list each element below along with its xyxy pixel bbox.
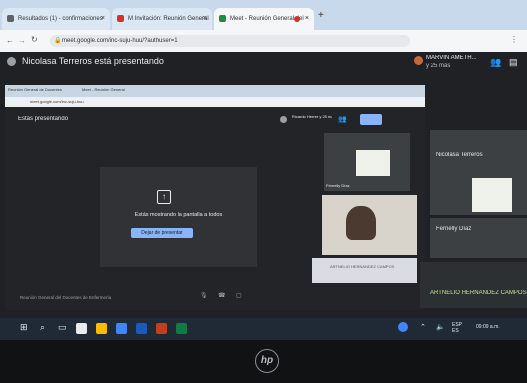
stop-presenting-button[interactable]: Dejar de presentar bbox=[131, 228, 193, 238]
inner-url: meet.google.com/inc-suju-huu bbox=[30, 99, 84, 104]
browser-tab-results[interactable]: Resultados (1) - confirmaciones × bbox=[2, 8, 110, 30]
close-icon[interactable]: × bbox=[101, 8, 105, 30]
avatar bbox=[414, 56, 423, 65]
close-icon[interactable]: × bbox=[203, 8, 207, 30]
presenter-avatar bbox=[7, 57, 16, 66]
tab-label: Resultados (1) - confirmaciones bbox=[18, 16, 103, 22]
lock-icon: 🔒 bbox=[54, 38, 62, 44]
search-icon[interactable]: ⌕ bbox=[40, 322, 45, 333]
camera-icon[interactable]: ▢ bbox=[236, 292, 242, 299]
share-screen-icon: ↑ bbox=[157, 190, 171, 204]
participant-video bbox=[356, 150, 390, 176]
chrome-icon[interactable] bbox=[96, 323, 107, 334]
presenting-title: Nicolasa Terreros está presentando bbox=[22, 56, 164, 66]
url-text: meet.google.com/inc-suju-huu/?authuser=1 bbox=[62, 38, 178, 44]
word-icon[interactable] bbox=[136, 323, 147, 334]
task-view-icon[interactable]: ▭ bbox=[58, 322, 67, 333]
people-icon[interactable]: 👥 bbox=[338, 115, 347, 123]
participant-tile bbox=[430, 218, 527, 258]
tab-label: Meet - Reunión General del bbox=[230, 16, 304, 22]
powerpoint-icon[interactable] bbox=[156, 323, 167, 334]
tile-name: Fernelly Díaz bbox=[436, 226, 472, 232]
language-indicator[interactable]: ESP ES bbox=[452, 322, 472, 334]
app-icon[interactable] bbox=[116, 323, 127, 334]
reload-icon[interactable]: ↻ bbox=[31, 35, 38, 44]
inner-tab-1: Reunión General de Docentes bbox=[8, 87, 62, 92]
wifi-icon[interactable]: ⌃ bbox=[420, 323, 426, 331]
clock: 09:09 a.m. bbox=[476, 324, 500, 330]
participant-tile bbox=[312, 258, 417, 283]
volume-icon[interactable]: 🔈 bbox=[436, 323, 445, 331]
back-icon[interactable]: ← bbox=[6, 36, 14, 45]
forward-icon[interactable]: → bbox=[18, 36, 26, 45]
new-tab-icon[interactable]: + bbox=[318, 10, 324, 21]
meet-icon bbox=[219, 15, 226, 22]
inner-header-title: Estás presentando bbox=[18, 116, 69, 122]
hangup-icon[interactable]: ☎ bbox=[218, 292, 225, 299]
participant-tile bbox=[420, 262, 527, 308]
inner-header-user: Ricardo Herrer y 25 más bbox=[292, 114, 332, 119]
close-icon[interactable]: × bbox=[305, 8, 309, 30]
tab-favicon-icon bbox=[7, 15, 14, 22]
tile-name: ARTNELIO HERNANDEZ CAMPOS bbox=[430, 290, 527, 296]
url-input[interactable]: 🔒 meet.google.com/inc-suju-huu/?authuser… bbox=[50, 35, 410, 47]
people-icon[interactable]: 👥 bbox=[490, 57, 501, 68]
inner-meeting-name: Reunión General del Docentes de Enfermer… bbox=[20, 295, 112, 300]
inner-tab-2: Meet - Reunión General bbox=[82, 87, 125, 92]
menu-icon[interactable]: ⋮ bbox=[510, 35, 518, 44]
tile-name: Nicolasa Terreros bbox=[436, 152, 483, 158]
tile-name: ARTNELIO HERNANDEZ CAMPOS bbox=[330, 264, 395, 269]
mic-icon[interactable]: 🎙 bbox=[200, 292, 208, 299]
presentation-thumb bbox=[360, 114, 382, 125]
chat-icon[interactable]: ▤ bbox=[509, 57, 518, 68]
recording-dot-icon bbox=[294, 16, 300, 22]
presenting-message: Estás mostrando la pantalla a todos bbox=[134, 212, 223, 218]
file-explorer-icon[interactable] bbox=[76, 323, 87, 334]
gmail-icon bbox=[117, 15, 124, 22]
top-user-sub: y 25 más bbox=[426, 63, 451, 69]
top-user-name: MARVIN AMETH... bbox=[426, 55, 477, 61]
meet-tray-icon[interactable] bbox=[398, 322, 408, 332]
participant-video bbox=[472, 178, 512, 212]
browser-tab-invitation[interactable]: M Invitación: Reunión General del × bbox=[112, 8, 212, 44]
browser-tab-meet[interactable]: Meet - Reunión General del × bbox=[214, 8, 314, 30]
excel-icon[interactable] bbox=[176, 323, 187, 334]
tile-name: Fernelly Díaz bbox=[326, 183, 350, 188]
participant-video bbox=[346, 206, 376, 240]
inner-tab-bar bbox=[5, 85, 425, 97]
hp-logo: hp bbox=[255, 349, 279, 373]
windows-start-icon[interactable]: ⊞ bbox=[20, 322, 28, 333]
avatar bbox=[280, 116, 287, 123]
